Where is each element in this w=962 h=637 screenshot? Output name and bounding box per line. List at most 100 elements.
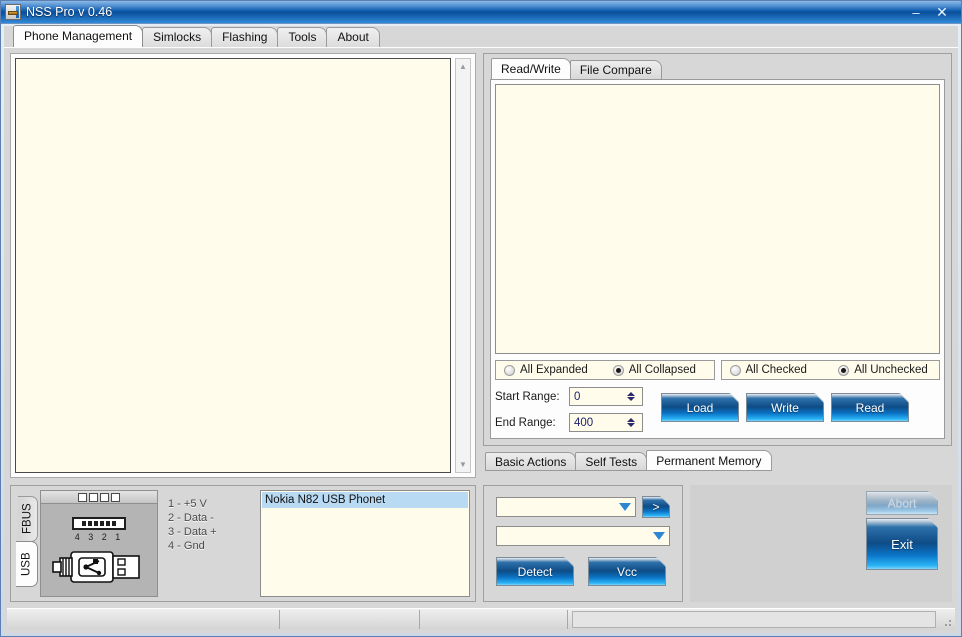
usb-connector-illustration: 4 3 2 1: [40, 504, 158, 597]
end-range-value: 400: [574, 416, 594, 429]
readwrite-content: All Expanded All Collapsed All Checked A…: [490, 79, 945, 439]
radio-icon-all-checked: [729, 364, 741, 376]
start-range-value: 0: [574, 390, 581, 403]
device-controls-panel: > Detect Vcc: [483, 485, 683, 602]
exit-button-label: Exit: [891, 536, 913, 552]
status-cell-3: [420, 610, 568, 629]
radio-icon-all-expanded: [504, 364, 515, 376]
start-range-stepper[interactable]: 0: [569, 387, 643, 406]
main-body: ▲ ▼ Read/Write File Compare All Expanded…: [4, 48, 958, 480]
usb-pin-strip-icon: [72, 517, 126, 530]
bottom-combo-row: [496, 526, 670, 546]
abort-button[interactable]: Abort: [866, 491, 938, 515]
pin-legend-4: 4 - Gnd: [168, 540, 205, 552]
minimize-button[interactable]: –: [903, 4, 929, 20]
usb-diagram-card: 4 3 2 1: [40, 490, 158, 597]
top-combo-row: >: [496, 496, 670, 518]
memory-tree-view[interactable]: [495, 84, 940, 354]
go-button[interactable]: >: [642, 496, 670, 518]
resize-grip-icon[interactable]: [940, 610, 954, 629]
status-cell-1: [8, 610, 280, 629]
status-progress-bar: [572, 611, 936, 628]
detect-button[interactable]: Detect: [496, 557, 574, 586]
vcc-button-label: Vcc: [616, 564, 637, 579]
close-button[interactable]: ✕: [929, 4, 955, 20]
end-range-line: End Range: 400: [495, 413, 643, 432]
radio-all-unchecked[interactable]: All Unchecked: [830, 364, 939, 376]
tab-usb[interactable]: USB: [16, 541, 38, 587]
exit-button[interactable]: Exit: [866, 518, 938, 570]
connection-panel: FBUS USB 4 3 2 1 1 - +5 V 2 - Data - 3 -…: [10, 485, 476, 602]
app-icon: [5, 4, 21, 20]
tab-about[interactable]: About: [326, 27, 380, 47]
load-button[interactable]: Load: [661, 393, 739, 422]
usb-pin-numbers: 4 3 2 1: [74, 532, 124, 542]
readwrite-buttons: Load Write Read: [661, 387, 909, 422]
vcc-button[interactable]: Vcc: [588, 557, 666, 586]
pin-legend-2: 2 - Data -: [168, 512, 214, 524]
usb-plug-icon: [52, 551, 140, 583]
start-range-line: Start Range: 0: [495, 387, 643, 406]
go-button-label: >: [652, 500, 660, 514]
readwrite-panel: Read/Write File Compare All Expanded All…: [483, 53, 952, 480]
radio-icon-all-unchecked: [838, 364, 850, 376]
load-button-label: Load: [686, 400, 714, 415]
tab-self-tests[interactable]: Self Tests: [575, 452, 648, 471]
pin-legend-1: 1 - +5 V: [168, 498, 207, 510]
bottom-strip: FBUS USB 4 3 2 1 1 - +5 V 2 - Data - 3 -…: [4, 480, 958, 608]
scroll-down-icon[interactable]: ▼: [456, 457, 470, 472]
title-bar: NSS Pro v 0.46 – ✕: [1, 1, 961, 24]
tab-tools[interactable]: Tools: [277, 27, 328, 47]
radio-all-checked[interactable]: All Checked: [722, 364, 831, 376]
status-cell-2: [280, 610, 420, 629]
model-select[interactable]: [496, 526, 670, 546]
chevron-down-icon: [619, 503, 631, 511]
window-controls: – ✕: [903, 1, 961, 23]
end-range-spinner-icon[interactable]: [623, 414, 642, 431]
pin-legend-3: 3 - Data +: [168, 526, 217, 538]
radio-icon-all-collapsed: [612, 364, 624, 376]
start-range-label: Start Range:: [495, 390, 560, 403]
radio-label-all-checked: All Checked: [745, 364, 807, 376]
tab-file-compare[interactable]: File Compare: [569, 60, 662, 79]
action-buttons-area: Abort Exit: [690, 485, 952, 602]
scroll-up-icon[interactable]: ▲: [456, 59, 470, 74]
log-scrollbar[interactable]: ▲ ▼: [455, 58, 471, 473]
write-button[interactable]: Write: [746, 393, 824, 422]
tab-basic-actions[interactable]: Basic Actions: [485, 452, 577, 471]
tab-flashing[interactable]: Flashing: [211, 27, 279, 47]
log-textarea[interactable]: [15, 58, 451, 473]
range-fields: Start Range: 0 End Range: 400: [495, 387, 643, 432]
read-button[interactable]: Read: [831, 393, 909, 422]
function-tab-strip: Basic Actions Self Tests Permanent Memor…: [483, 450, 952, 471]
readwrite-group: Read/Write File Compare All Expanded All…: [483, 53, 952, 446]
expand-options-group: All Expanded All Collapsed: [495, 360, 715, 380]
radio-all-collapsed[interactable]: All Collapsed: [605, 364, 714, 376]
client-area: Phone Management Simlocks Flashing Tools…: [4, 25, 958, 633]
status-bar: [7, 608, 955, 630]
window-title: NSS Pro v 0.46: [26, 5, 113, 19]
tab-simlocks[interactable]: Simlocks: [142, 27, 213, 47]
main-tab-strip: Phone Management Simlocks Flashing Tools…: [4, 25, 958, 48]
tab-phone-management[interactable]: Phone Management: [13, 25, 144, 47]
detect-button-label: Detect: [517, 564, 553, 579]
start-range-spinner-icon[interactable]: [623, 388, 642, 405]
end-range-stepper[interactable]: 400: [569, 413, 643, 432]
port-select[interactable]: [496, 497, 636, 517]
usb-pin-header-icon: [40, 490, 158, 504]
radio-label-all-collapsed: All Collapsed: [628, 364, 696, 376]
list-item[interactable]: Nokia N82 USB Phonet: [262, 492, 468, 508]
radio-label-all-expanded: All Expanded: [520, 364, 588, 376]
tab-read-write[interactable]: Read/Write: [491, 58, 571, 79]
readwrite-tab-strip: Read/Write File Compare: [484, 58, 951, 79]
application-window: NSS Pro v 0.46 – ✕ Phone Management Siml…: [0, 0, 962, 637]
range-row: Start Range: 0 End Range: 400 Load Write…: [495, 387, 940, 434]
write-button-label: Write: [771, 400, 799, 415]
radio-all-expanded[interactable]: All Expanded: [496, 364, 605, 376]
detect-vcc-row: Detect Vcc: [496, 557, 670, 586]
connection-tab-strip: FBUS USB: [16, 490, 38, 597]
abort-button-label: Abort: [887, 496, 917, 510]
tab-permanent-memory[interactable]: Permanent Memory: [646, 450, 772, 471]
tab-fbus[interactable]: FBUS: [18, 496, 38, 542]
device-list[interactable]: Nokia N82 USB Phonet: [260, 490, 470, 597]
